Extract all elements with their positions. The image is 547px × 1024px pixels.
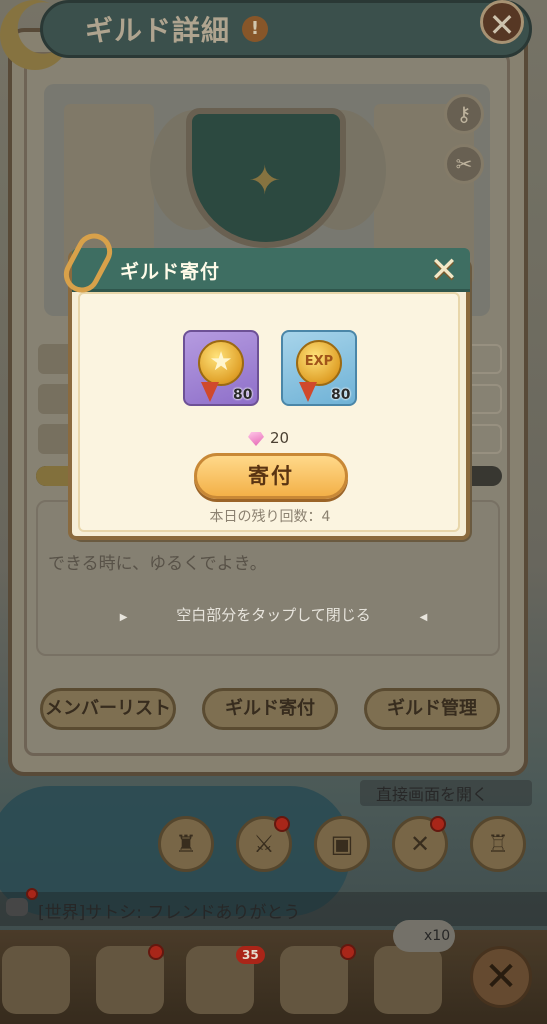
medal-ribbon (201, 382, 219, 402)
close-icon[interactable]: ✕ (424, 252, 464, 288)
star-medal-icon: ★ (198, 340, 244, 386)
donation-cost: 20 (270, 429, 290, 447)
donate-button[interactable]: 寄付 (194, 453, 348, 499)
item-exp-medal[interactable]: EXP 80 (281, 330, 357, 406)
exp-medal-icon: EXP (296, 340, 342, 386)
medal-ribbon (299, 382, 317, 402)
item-count: 80 (331, 387, 351, 403)
item-star-medal[interactable]: ★ 80 (183, 330, 259, 406)
donation-modal-title: ギルド寄付 (120, 261, 221, 283)
item-count: 80 (233, 387, 253, 403)
remaining-count: 本日の残り回数：4 (209, 509, 331, 525)
